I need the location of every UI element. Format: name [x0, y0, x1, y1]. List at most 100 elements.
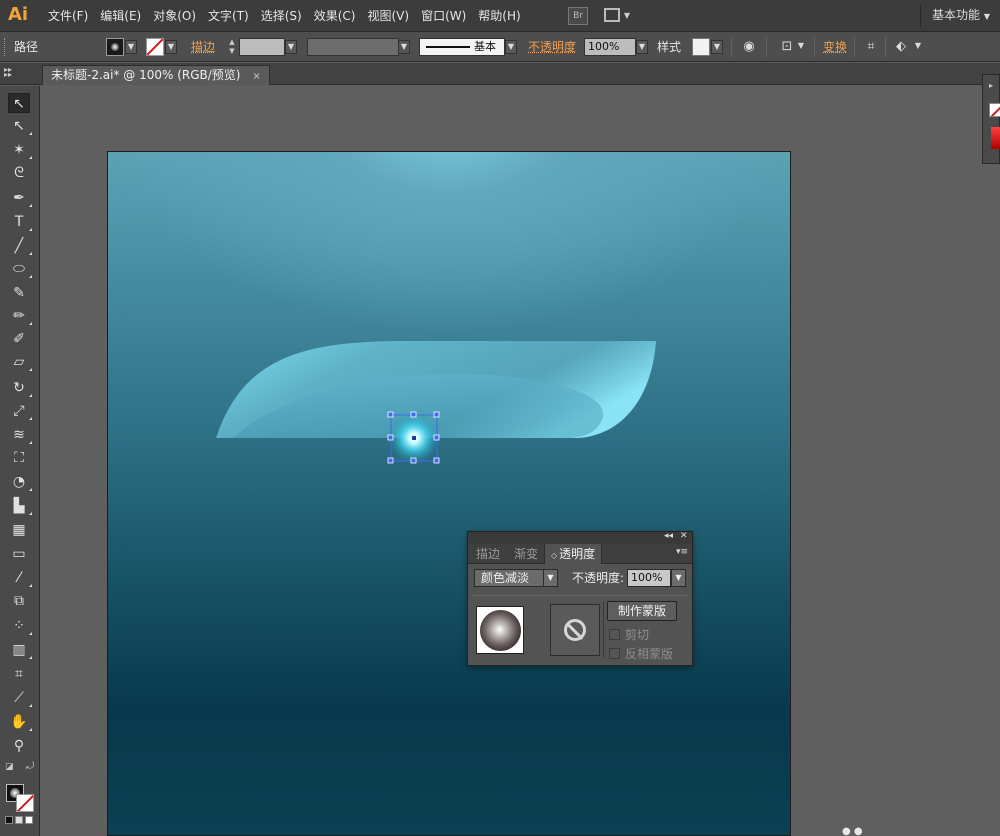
stroke-color-swatch[interactable] — [16, 794, 34, 812]
chevron-down-icon: ▼ — [543, 570, 557, 586]
rotate-tool-icon[interactable]: ↻ — [8, 378, 32, 398]
radial-gradient-preview — [480, 610, 521, 651]
slice-tool-icon[interactable]: ⟋ — [8, 688, 32, 708]
fill-dropdown-icon[interactable]: ▼ — [125, 40, 137, 54]
collapse-toolbar-icon[interactable]: ▸▸ — [4, 70, 12, 79]
blend-tool-icon[interactable]: ⧉ — [8, 591, 30, 611]
line-segment-tool-icon[interactable]: ╱ — [8, 236, 32, 256]
variable-width-dropdown-icon[interactable]: ▼ — [398, 40, 410, 54]
document-tab[interactable]: 未标题-2.ai* @ 100% (RGB/预览) × — [42, 65, 270, 85]
align-dropdown-icon[interactable]: ▼ — [795, 40, 807, 54]
free-transform-tool-icon[interactable]: ⛶ — [8, 448, 30, 468]
zoom-tool-icon[interactable]: ⚲ — [8, 736, 30, 756]
stroke-weight-dropdown-icon[interactable]: ▼ — [285, 40, 297, 54]
opacity-input[interactable]: 100% — [584, 38, 636, 56]
transform-label[interactable]: 变换 — [823, 32, 847, 62]
shape-builder-tool-icon[interactable]: ◔ — [8, 472, 32, 492]
artboard-tool-icon[interactable]: ⌗ — [8, 664, 30, 684]
stroke-swatch[interactable] — [146, 38, 164, 56]
gradient-mode-icon[interactable] — [15, 816, 23, 824]
warp-tool-icon[interactable]: ≋ — [8, 425, 32, 445]
panel-titlebar[interactable]: ◂◂ ✕ — [468, 531, 692, 544]
selection-tool-icon[interactable]: ↖ — [8, 93, 30, 113]
brush-dropdown-icon[interactable]: ▼ — [505, 40, 517, 54]
none-mode-icon[interactable] — [25, 816, 33, 824]
envelope-distort-icon[interactable]: ⬖ — [892, 38, 910, 56]
swap-colors-icon[interactable]: ⤾ — [26, 761, 34, 772]
eyedropper-tool-icon[interactable]: ⁄ — [8, 568, 32, 588]
gradient-tool-icon[interactable]: ▭ — [8, 544, 30, 564]
default-colors-icon[interactable]: ◪ — [5, 762, 14, 772]
stroke-label[interactable]: 描边 — [191, 32, 215, 62]
magic-wand-tool-icon[interactable]: ✶ — [8, 140, 32, 160]
tab-transparency[interactable]: ◇ 透明度 — [544, 544, 603, 564]
align-icon[interactable]: ⊡ — [778, 38, 796, 56]
eraser-tool-icon[interactable]: ▱ — [8, 352, 32, 372]
opacity-dropdown-icon[interactable]: ▼ — [671, 569, 686, 587]
stroke-weight-input[interactable] — [239, 38, 285, 56]
lasso-tool-icon[interactable]: ᘓ — [8, 163, 30, 183]
menu-type[interactable]: 文字(T) — [202, 0, 255, 32]
color-mode-icon[interactable] — [5, 816, 13, 824]
collapse-panel-icon[interactable]: ◂◂ — [664, 531, 673, 541]
tab-stroke[interactable]: 描边 — [470, 544, 506, 564]
artboard[interactable] — [107, 151, 791, 836]
style-dropdown-icon[interactable]: ▼ — [711, 40, 723, 54]
recolor-artwork-icon[interactable]: ◉ — [740, 38, 758, 56]
panel-grip-icon[interactable]: ▸ — [989, 81, 993, 90]
close-icon[interactable]: × — [252, 71, 260, 82]
ellipse-tool-icon[interactable]: ⬭ — [8, 259, 32, 279]
tab-gradient[interactable]: 渐变 — [508, 544, 544, 564]
arrange-documents-button[interactable]: ▼ — [604, 7, 634, 25]
panel-menu-icon[interactable]: ▾≡ — [676, 547, 688, 557]
color-swatch-icon[interactable] — [991, 127, 1000, 149]
bridge-button[interactable]: Br — [568, 7, 588, 25]
menu-file[interactable]: 文件(F) — [42, 0, 94, 32]
symbol-sprayer-tool-icon[interactable]: ⁘ — [8, 616, 32, 636]
paintbrush-tool-icon[interactable]: ✎ — [8, 283, 30, 303]
menu-effect[interactable]: 效果(C) — [308, 0, 362, 32]
opacity-label[interactable]: 不透明度 — [528, 32, 576, 62]
document-tab-bar: ▸▸ 未标题-2.ai* @ 100% (RGB/预览) × — [0, 63, 1000, 85]
close-icon[interactable]: ✕ — [680, 531, 688, 541]
isolate-object-icon[interactable]: ⌗ — [862, 38, 880, 56]
menu-window[interactable]: 窗口(W) — [415, 0, 472, 32]
transparency-panel: ◂◂ ✕ 描边 渐变 ◇ 透明度 ▾≡ 颜色减淡 ▼ 不透明度: 100% ▼ 制… — [467, 531, 693, 666]
make-mask-button[interactable]: 制作蒙版 — [607, 601, 677, 621]
control-bar: 路径 ▼ ▼ 描边 ▲ ▼ ▼ ▼ 基本 ▼ 不透明度 100% ▼ 样式 ▼ ◉… — [0, 32, 1000, 62]
pencil-tool-icon[interactable]: ✏ — [8, 306, 32, 326]
mesh-tool-icon[interactable]: ▦ — [8, 520, 30, 540]
menu-view[interactable]: 视图(V) — [361, 0, 415, 32]
brush-definition-select[interactable]: 基本 — [419, 38, 505, 56]
menu-object[interactable]: 对象(O) — [147, 0, 202, 32]
stroke-weight-stepper[interactable]: ▲ ▼ — [226, 38, 238, 56]
perspective-grid-tool-icon[interactable]: ▙ — [8, 496, 32, 516]
fill-swatch[interactable] — [106, 38, 124, 56]
hand-tool-icon[interactable]: ✋ — [8, 712, 32, 732]
variable-width-profile-select[interactable] — [307, 38, 399, 56]
opacity-mask-slot[interactable] — [550, 604, 600, 656]
invert-mask-checkbox[interactable] — [609, 647, 620, 659]
scale-tool-icon[interactable]: ⤢ — [8, 401, 32, 421]
type-tool-icon[interactable]: T — [8, 212, 32, 232]
artwork — [216, 341, 656, 464]
opacity-dropdown-icon[interactable]: ▼ — [636, 40, 648, 54]
clip-checkbox[interactable] — [609, 628, 620, 640]
blend-mode-select[interactable]: 颜色减淡 ▼ — [474, 569, 558, 587]
menu-edit[interactable]: 编辑(E) — [94, 0, 147, 32]
workspace-switcher[interactable]: 基本功能 ▼ — [932, 0, 990, 32]
stroke-none-icon[interactable] — [989, 103, 1000, 117]
column-graph-tool-icon[interactable]: ▥ — [8, 640, 32, 660]
blob-brush-tool-icon[interactable]: ✐ — [8, 329, 30, 349]
menu-help[interactable]: 帮助(H) — [472, 0, 526, 32]
opacity-input[interactable]: 100% — [627, 569, 671, 587]
object-thumbnail[interactable] — [476, 606, 524, 654]
graphic-style-swatch[interactable] — [692, 38, 710, 56]
divider — [603, 602, 604, 658]
panel-menu-icon[interactable]: ▼ — [912, 40, 924, 54]
panel-grip-icon[interactable] — [4, 38, 7, 56]
stroke-dropdown-icon[interactable]: ▼ — [165, 40, 177, 54]
direct-selection-tool-icon[interactable]: ↖ — [8, 116, 32, 136]
menu-select[interactable]: 选择(S) — [255, 0, 308, 32]
pen-tool-icon[interactable]: ✒ — [8, 188, 32, 208]
